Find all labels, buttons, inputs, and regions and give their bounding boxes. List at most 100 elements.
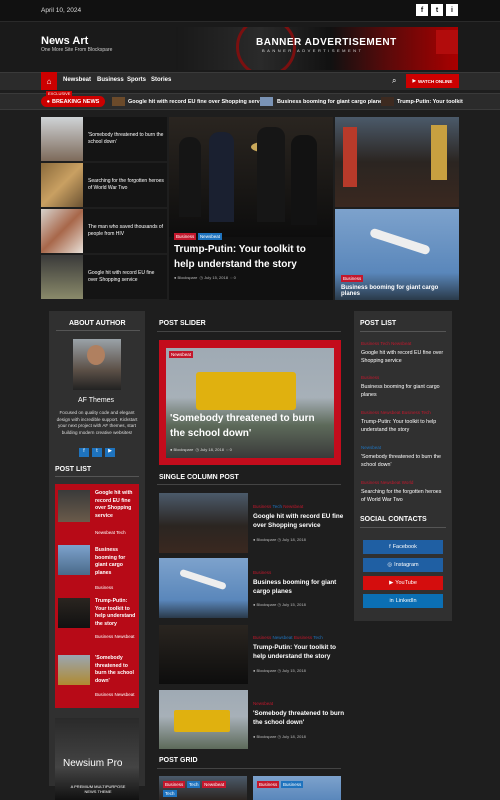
category-link[interactable]: Business — [253, 635, 271, 640]
twitter-icon[interactable]: t — [431, 4, 443, 16]
home-icon[interactable]: ⌂ — [41, 72, 57, 90]
category-badge[interactable]: Business — [163, 781, 186, 788]
ticker-item[interactable]: Google hit with record EU fine over Shop… — [128, 99, 267, 105]
category-badge[interactable]: Business — [174, 233, 197, 240]
list-item-title[interactable]: Google hit with record EU fine over Shop… — [95, 490, 137, 520]
post-categories: Business Tech Newsbeat — [253, 504, 303, 509]
author[interactable]: Blockspare — [178, 275, 198, 280]
post-thumbnail[interactable] — [159, 690, 248, 749]
list-item-cats[interactable]: Business Newsbeat — [95, 634, 135, 639]
category-label[interactable]: Newsbeat — [169, 351, 194, 358]
list-item-title[interactable]: Searching for the forgotten heroes of Wo… — [361, 489, 445, 504]
list-item[interactable]: Google hit with record EU fine over Shop… — [41, 255, 167, 299]
feature-title[interactable]: Trump-Putin: Your toolkit to help unders… — [174, 243, 324, 272]
list-item-title[interactable]: Business booming for giant cargo planes — [361, 384, 445, 399]
nav-item-newsbeat[interactable]: Newsbeat — [63, 77, 91, 83]
post-thumbnail[interactable] — [159, 558, 248, 618]
ticker-item[interactable]: Trump-Putin: Your toolkit — [397, 99, 463, 105]
category-badge[interactable]: Tech — [163, 790, 177, 797]
category-link[interactable]: Business — [294, 635, 312, 640]
slider-headline[interactable]: 'Somebody threatened to burn the school … — [170, 412, 332, 441]
facebook-icon[interactable]: f — [79, 448, 89, 457]
linkedin-button[interactable]: in LinkedIn — [363, 594, 443, 608]
youtube-icon[interactable]: ▶ — [105, 448, 115, 457]
list-item-title[interactable]: Google hit with record EU fine over Shop… — [361, 350, 445, 365]
category-link[interactable]: Newsbeat — [273, 635, 293, 640]
nav-item-sports[interactable]: Sports — [127, 77, 146, 83]
list-item[interactable]: Searching for the forgotten heroes of Wo… — [41, 163, 167, 207]
list-item-cats[interactable]: Business — [361, 375, 379, 380]
list-item[interactable]: 'Somebody threatened to burn the school … — [41, 117, 167, 161]
date: July 18, 2018 — [200, 447, 224, 452]
comment-count: 0 — [229, 447, 232, 452]
post-title[interactable]: Google hit with record EU fine over Shop… — [253, 513, 345, 531]
list-item-title[interactable]: Trump-Putin: Your toolkit to help unders… — [95, 598, 137, 628]
list-item-title[interactable]: 'Somebody threatened to burn the school … — [95, 655, 137, 685]
list-item-cats[interactable]: Business Newsbeat — [95, 692, 135, 697]
list-item[interactable]: The man who saved thousands of people fr… — [41, 209, 167, 253]
facebook-button[interactable]: f Facebook — [363, 540, 443, 554]
post-title[interactable]: Business booming for giant cargo planes — [253, 579, 345, 597]
thumbnail — [58, 490, 90, 522]
ticker-item[interactable]: Business booming for giant cargo planes — [277, 99, 385, 105]
list-item-title[interactable]: 'Somebody threatened to burn the school … — [361, 454, 445, 469]
author[interactable]: Blockspare — [257, 668, 277, 673]
list-item-cats[interactable]: Business Newsbeat Business Tech — [361, 410, 431, 415]
category-badge[interactable]: Business — [257, 781, 280, 788]
list-item-cats[interactable]: Business — [95, 585, 113, 590]
thumbnail — [58, 655, 90, 685]
nav-item-business[interactable]: Business — [97, 77, 124, 83]
list-item-cats[interactable]: Newsbeat — [361, 445, 381, 450]
figure-shape — [209, 132, 234, 222]
featured-post[interactable]: Business Newsbeat Trump-Putin: Your tool… — [169, 117, 333, 300]
facebook-icon[interactable]: f — [416, 4, 428, 16]
grid-categories: Business Tech Newsbeat — [163, 781, 227, 788]
category-link[interactable]: Newsbeat — [283, 504, 303, 509]
search-icon[interactable]: ⌕ — [392, 76, 396, 86]
list-item-cats[interactable]: Business Newsbeat World — [361, 480, 413, 485]
bus-shape — [174, 710, 230, 732]
list-item-title[interactable]: Business booming for giant cargo planes — [95, 547, 137, 577]
nav-item-stories[interactable]: Stories — [151, 77, 171, 83]
category-link[interactable]: Business — [253, 570, 271, 575]
category-link[interactable]: Tech — [272, 504, 282, 509]
street-image[interactable] — [335, 117, 459, 207]
linkedin-icon: in — [389, 598, 394, 604]
instagram-button[interactable]: ◎ Instagram — [363, 558, 443, 572]
plane-post[interactable]: Business Business booming for giant carg… — [335, 209, 459, 300]
category-link[interactable]: Tech — [313, 635, 323, 640]
youtube-button[interactable]: ▶ YouTube — [363, 576, 443, 590]
watch-online-button[interactable]: ▶ WATCH ONLINE — [406, 74, 459, 88]
category-link[interactable]: Business — [253, 504, 271, 509]
category-badge[interactable]: Newsbeat — [202, 781, 227, 788]
post-thumbnail[interactable] — [159, 493, 248, 553]
instagram-icon[interactable]: i — [446, 4, 458, 16]
post-title[interactable]: 'Somebody threatened to burn the school … — [253, 710, 345, 728]
post-title[interactable]: Business booming for giant cargo planes — [341, 285, 459, 297]
category-label[interactable]: Business — [341, 275, 364, 282]
author[interactable]: Blockspare — [257, 537, 277, 542]
category-badge[interactable]: Tech — [186, 781, 201, 788]
site-title[interactable]: News Art — [41, 35, 88, 47]
breaking-news-label: ● BREAKING NEWS — [41, 96, 105, 107]
author[interactable]: Blockspare — [174, 447, 194, 452]
divider — [157, 484, 341, 485]
breaking-label-text: BREAKING NEWS — [51, 98, 100, 105]
thumbnail — [41, 163, 83, 207]
list-item-cats[interactable]: Newsbeat Tech — [95, 530, 126, 535]
category-link[interactable]: Newsbeat — [253, 701, 273, 706]
author[interactable]: Blockspare — [257, 602, 277, 607]
grid-post[interactable] — [253, 776, 341, 800]
author[interactable]: Blockspare — [257, 734, 277, 739]
list-item-cats[interactable]: Business Tech Newsbeat — [361, 341, 411, 346]
category-badge[interactable]: Newsbeat — [197, 233, 222, 240]
single-column-title: SINGLE COLUMN POST — [159, 474, 239, 481]
post-thumbnail[interactable] — [159, 625, 248, 684]
exclusive-tag: EXCLUSIVE — [46, 91, 73, 96]
twitter-icon[interactable]: t — [92, 448, 102, 457]
thumbnail — [41, 255, 83, 299]
button-label: LinkedIn — [395, 598, 417, 604]
category-badge[interactable]: Business — [280, 781, 304, 788]
post-title[interactable]: Trump-Putin: Your toolkit to help unders… — [253, 644, 345, 662]
list-item-title[interactable]: Trump-Putin: Your toolkit to help unders… — [361, 419, 445, 434]
